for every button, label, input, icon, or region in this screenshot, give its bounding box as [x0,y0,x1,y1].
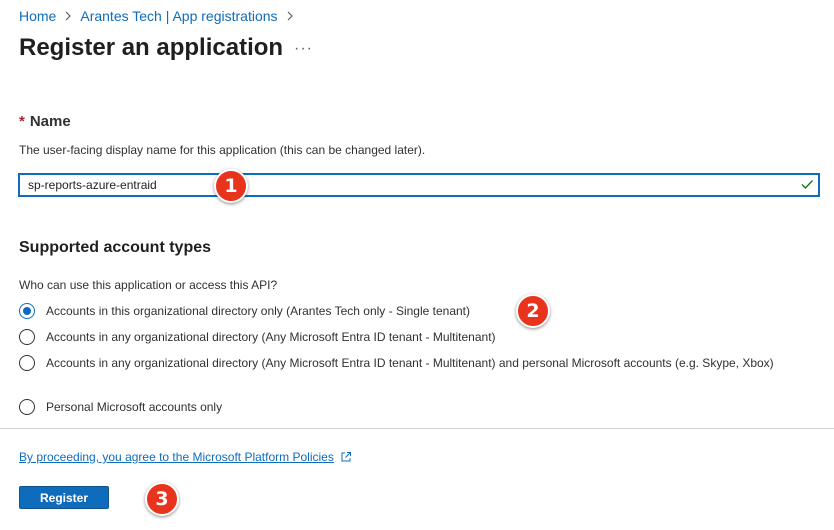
radio-option-label: Accounts in this organizational director… [46,304,471,318]
register-button[interactable]: Register [19,486,109,509]
checkmark-icon [801,180,814,190]
radio-button[interactable] [19,399,35,415]
footer-divider [0,428,834,429]
annotation-badge-3: 3 [145,482,179,516]
account-type-option-personal[interactable]: Personal Microsoft accounts only [19,398,809,416]
radio-button[interactable] [19,355,35,371]
annotation-badge-1: 1 [214,169,248,203]
name-label-text: Name [29,113,71,130]
annotation-badge-2: 2 [516,294,550,328]
breadcrumb-home-link[interactable]: Home [19,8,56,24]
chevron-right-icon [64,11,72,21]
account-type-option-single-tenant[interactable]: Accounts in this organizational director… [19,302,809,320]
name-input[interactable] [19,174,819,196]
account-types-title: Supported account types [19,239,212,256]
radio-button-checked[interactable] [19,303,35,319]
more-options-icon[interactable]: ··· [294,40,313,58]
required-asterisk: * [19,113,25,130]
breadcrumb: Home Arantes Tech | App registrations [19,8,302,24]
breadcrumb-app-registrations-link[interactable]: Arantes Tech | App registrations [80,8,277,24]
account-types-question: Who can use this application or access t… [19,278,278,292]
platform-policies-text: By proceeding, you agree to the Microsof… [19,450,334,464]
radio-option-label: Accounts in any organizational directory… [46,356,774,370]
account-type-option-multitenant[interactable]: Accounts in any organizational directory… [19,328,809,346]
name-field-label: * Name [19,113,71,130]
radio-option-label: Accounts in any organizational directory… [46,330,496,344]
chevron-right-icon [286,11,294,21]
account-type-option-multitenant-personal[interactable]: Accounts in any organizational directory… [19,354,809,372]
external-link-icon [341,452,351,462]
radio-button[interactable] [19,329,35,345]
radio-option-label: Personal Microsoft accounts only [46,400,223,414]
page-title: Register an application [19,34,284,61]
name-help-text: The user-facing display name for this ap… [19,143,426,157]
platform-policies-link[interactable]: By proceeding, you agree to the Microsof… [19,450,352,464]
